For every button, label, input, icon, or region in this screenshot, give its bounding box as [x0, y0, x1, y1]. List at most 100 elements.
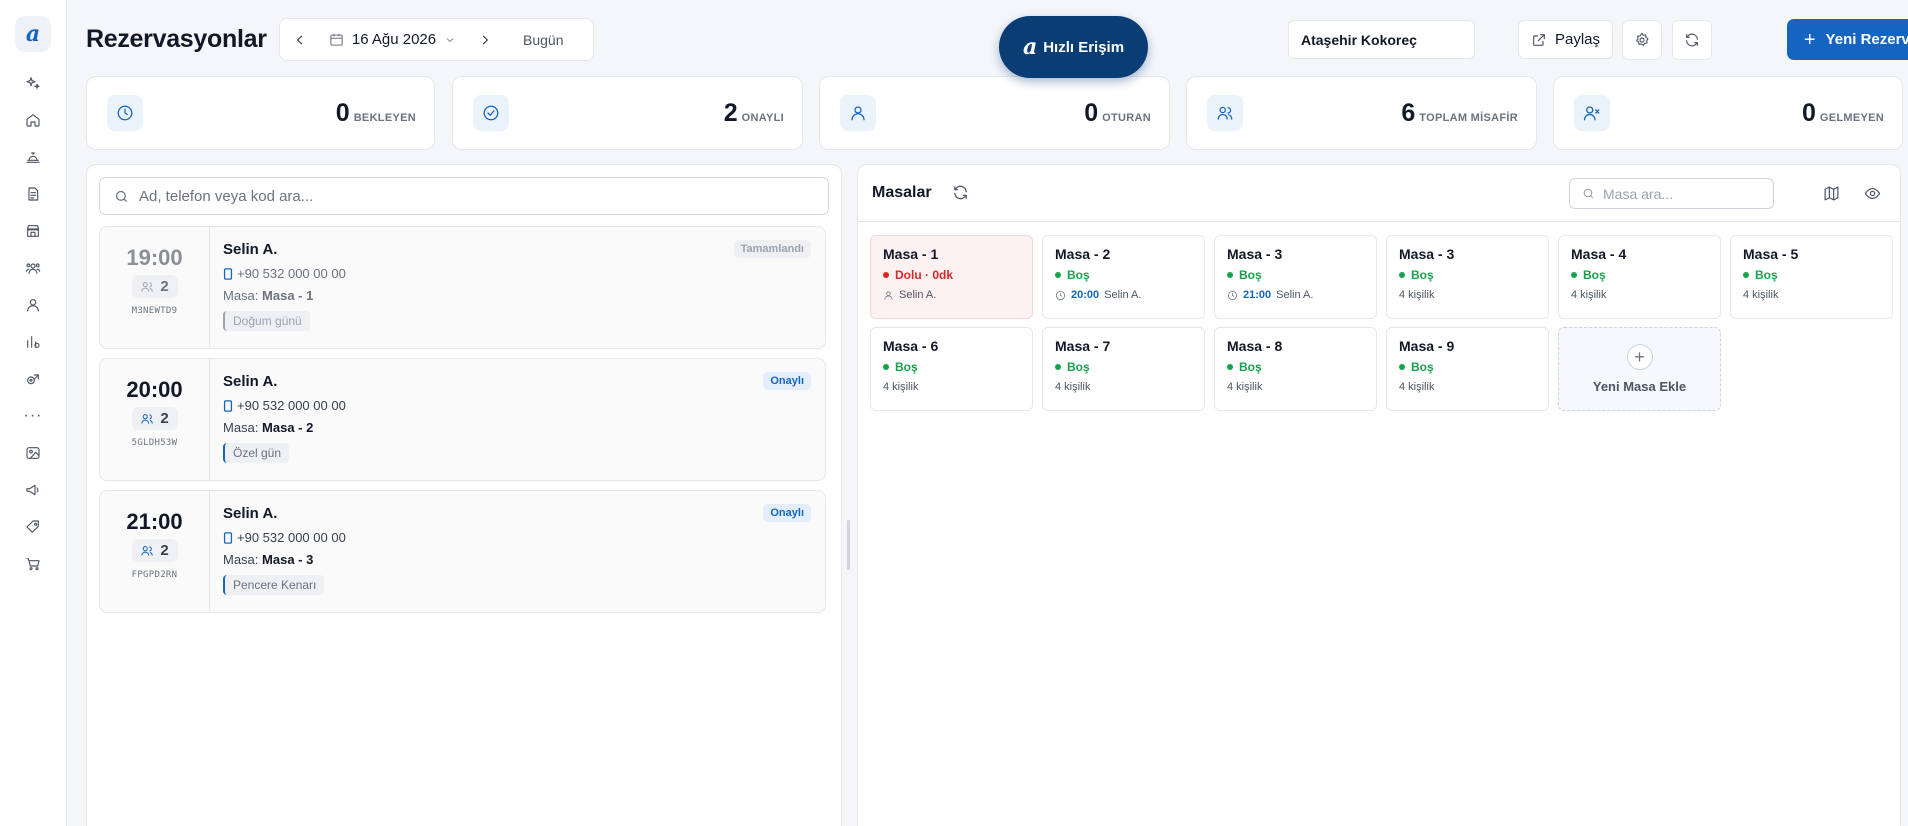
reservation-card[interactable]: 21:00 2 FPGPD2RN Selin A. +90 532 000 00… [99, 490, 826, 613]
sidebar-item-reports[interactable] [13, 323, 53, 360]
reservation-code: FPGPD2RN [131, 570, 178, 580]
user-icon [840, 95, 876, 131]
table-meta: 21:00 Selin A. [1227, 289, 1364, 301]
reservation-time: 19:00 [126, 245, 183, 270]
guest-name: Selin A. [223, 241, 278, 258]
table-card[interactable]: Masa - 8 Boş 4 kişilik [1214, 327, 1377, 411]
sidebar-item-campaigns[interactable] [13, 471, 53, 508]
status-dot [1055, 364, 1061, 370]
reservation-code: M3NEWTD9 [131, 306, 178, 316]
user-icon [27, 298, 39, 312]
sidebar-item-orders[interactable] [13, 175, 53, 212]
users-icon [141, 413, 154, 424]
eye-icon [1864, 187, 1881, 200]
panel-resize-handle[interactable] [847, 520, 850, 570]
sidebar-item-reservations[interactable] [13, 138, 53, 175]
header: Rezervasyonlar 16 Ağu 2026 Bugün Ataşehi… [67, 0, 1908, 76]
calendar-icon [330, 33, 343, 46]
table-name: Masa - 4 [1571, 246, 1627, 262]
table-capacity: 4 kişilik [1055, 381, 1091, 393]
reservation-card[interactable]: 19:00 2 M3NEWTD9 Selin A. +90 532 000 00… [99, 226, 826, 349]
sidebar-item-cart[interactable] [13, 545, 53, 582]
assigned-table: Masa: Masa - 1 [223, 288, 314, 303]
table-card[interactable]: Masa - 3 Boş 21:00 Selin A. [1214, 235, 1377, 319]
today-button[interactable]: Bugün [523, 32, 563, 48]
sidebar-item-settings[interactable] [13, 360, 53, 397]
guest-phone: +90 532 000 00 00 [223, 530, 811, 545]
stat-label: TOPLAM MİSAFİR [1419, 112, 1518, 124]
reservation-time: 21:00 [126, 509, 183, 534]
sidebar-item-home[interactable] [13, 101, 53, 138]
sidebar-item-store[interactable] [13, 212, 53, 249]
reservation-code: 5GLDH53W [131, 438, 178, 448]
settings-button[interactable] [1622, 20, 1662, 60]
status-dot [1399, 364, 1405, 370]
sidebar-item-customers[interactable] [13, 286, 53, 323]
home-icon [26, 113, 40, 127]
refresh-icon [954, 185, 967, 200]
status-badge: Onaylı [763, 372, 811, 390]
status-dot [883, 272, 889, 278]
check-circle-icon [473, 95, 509, 131]
share-button[interactable]: Paylaş [1518, 20, 1613, 59]
table-status: Boş [1399, 268, 1536, 282]
guest-phone: +90 532 000 00 00 [223, 266, 811, 281]
table-card[interactable]: Masa - 9 Boş 4 kişilik [1386, 327, 1549, 411]
status-dot [1055, 272, 1061, 278]
new-reservation-button[interactable]: + Yeni Rezervasyon [1787, 19, 1908, 60]
phone-icon [223, 399, 233, 412]
reservation-search-input[interactable]: Ad, telefon veya kod ara... [99, 177, 829, 215]
chart-icon [27, 335, 40, 348]
service-bell-icon [26, 151, 40, 163]
table-card[interactable]: Masa - 2 Boş 20:00 Selin A. [1042, 235, 1205, 319]
table-capacity: 4 kişilik [1399, 381, 1435, 393]
table-name: Masa - 1 [883, 246, 939, 262]
status-dot [1743, 272, 1749, 278]
add-table-button[interactable]: + Yeni Masa Ekle [1558, 327, 1721, 411]
selected-date: 16 Ağu 2026 [351, 31, 437, 48]
share-label: Paylaş [1554, 31, 1601, 48]
tables-panel-header: Masalar Masa ara... [858, 165, 1900, 222]
sidebar-item-coupons[interactable] [13, 508, 53, 545]
previous-day-button[interactable] [280, 19, 320, 60]
sidebar-item-gallery[interactable] [13, 434, 53, 471]
refresh-button[interactable] [1672, 20, 1712, 60]
table-capacity: 4 kişilik [1227, 381, 1263, 393]
date-picker[interactable]: 16 Ağu 2026 [320, 31, 465, 48]
table-card[interactable]: Masa - 1 Dolu · 0dk Selin A. [870, 235, 1033, 319]
stat-value: 0 [1801, 99, 1816, 127]
sidebar-item-ai[interactable] [13, 64, 53, 101]
image-icon [26, 446, 40, 459]
refresh-icon [1686, 33, 1698, 47]
sidebar-item-staff[interactable] [13, 249, 53, 286]
plus-icon: + [1626, 344, 1653, 370]
gear-icon [1636, 32, 1649, 46]
next-day-button[interactable] [465, 19, 505, 60]
tables-refresh-button[interactable] [952, 184, 969, 204]
floor-plan-button[interactable] [1823, 185, 1840, 205]
table-status: Boş [1227, 360, 1364, 374]
table-card[interactable]: Masa - 4 Boş 4 kişilik [1558, 235, 1721, 319]
table-search-input[interactable]: Masa ara... [1569, 178, 1774, 209]
app-logo[interactable]: a [15, 16, 51, 52]
table-status: Boş [1399, 360, 1536, 374]
stat-card-no-show: 0 GELMEYEN [1553, 76, 1903, 150]
sidebar-item-more[interactable]: ··· [13, 397, 53, 434]
table-card[interactable]: Masa - 7 Boş 4 kişilik [1042, 327, 1205, 411]
table-capacity: 4 kişilik [1571, 289, 1607, 301]
quick-access-label: Hızlı Erişim [1043, 38, 1125, 56]
tables-panel-title: Masalar [872, 184, 932, 201]
visibility-button[interactable] [1864, 185, 1881, 205]
brand-logo-icon: a [1022, 34, 1038, 60]
branch-selector[interactable]: Ataşehir Kokoreç [1288, 20, 1475, 59]
table-card[interactable]: Masa - 3 Boş 4 kişilik [1386, 235, 1549, 319]
table-status: Boş [883, 360, 1020, 374]
quick-access-button[interactable]: a Hızlı Erişim [999, 16, 1148, 78]
reservation-time: 20:00 [126, 377, 183, 402]
reservation-card[interactable]: 20:00 2 5GLDH53W Selin A. +90 532 000 00… [99, 358, 826, 481]
table-capacity: 4 kişilik [883, 381, 919, 393]
guest-count: 2 [131, 407, 178, 430]
table-card[interactable]: Masa - 6 Boş 4 kişilik [870, 327, 1033, 411]
store-icon [27, 224, 39, 237]
table-card[interactable]: Masa - 5 Boş 4 kişilik [1730, 235, 1893, 319]
